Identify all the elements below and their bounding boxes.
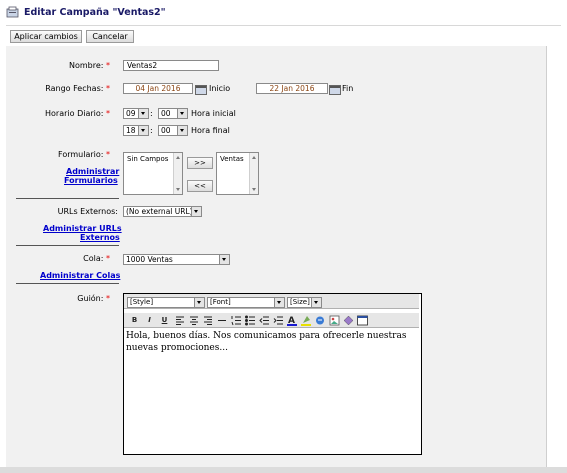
italic-button[interactable]: I <box>144 315 155 326</box>
page-title: Editar Campaña "Ventas2" <box>24 7 166 18</box>
script-content[interactable]: Hola, buenos días. Nos comunicamos para … <box>126 330 416 354</box>
end-minute-select[interactable]: 00 <box>158 125 188 136</box>
rango-fechas-label: Rango Fechas: * <box>45 84 110 93</box>
time-separator: : <box>150 126 153 135</box>
chevron-down-icon <box>191 207 201 216</box>
chevron-down-icon <box>138 109 148 118</box>
section-divider <box>16 198 119 199</box>
underline-button[interactable]: U <box>159 315 170 326</box>
chevron-down-icon <box>177 109 187 118</box>
style-select[interactable]: [Style] <box>127 297 205 308</box>
scroll-down-icon[interactable] <box>250 186 258 194</box>
align-center-icon <box>190 316 198 325</box>
chevron-down-icon <box>194 298 204 307</box>
chevron-down-icon <box>219 255 229 264</box>
admin-urls-link-line1[interactable]: Administrar URLs <box>43 224 122 233</box>
highlight-color-icon <box>301 316 311 326</box>
nombre-label: Nombre: * <box>68 61 110 70</box>
scrollbar[interactable] <box>249 153 258 194</box>
list-item[interactable]: Ventas <box>220 155 244 163</box>
admin-colas-link[interactable]: Administrar Colas <box>40 271 120 280</box>
bottom-scrollbar[interactable] <box>0 467 567 473</box>
start-time-label: Hora inicial <box>191 109 236 118</box>
text-color-icon: A <box>287 316 297 326</box>
table-icon <box>343 315 354 326</box>
html-view-icon <box>357 315 368 326</box>
remove-form-button[interactable]: << <box>187 180 213 192</box>
cola-label: Cola: * <box>83 254 110 263</box>
campaign-edit-icon <box>6 6 19 18</box>
scrollbar[interactable] <box>173 153 182 194</box>
font-select[interactable]: [Font] <box>207 297 285 308</box>
selected-forms-list[interactable]: Ventas <box>216 152 259 195</box>
form-panel-border <box>546 46 547 467</box>
outdent-icon <box>259 316 269 325</box>
end-time-label: Hora final <box>191 126 230 135</box>
indent-icon <box>273 316 283 325</box>
chevron-down-icon <box>177 126 187 135</box>
editor-toolbar-icons: A <box>176 315 368 326</box>
image-icon <box>329 315 340 326</box>
admin-formularios-link-line1[interactable]: Administrar <box>66 167 119 176</box>
external-url-select[interactable]: (No external URL) <box>123 206 202 217</box>
scroll-down-icon[interactable] <box>174 186 182 194</box>
start-date-label: Inicio <box>209 84 231 93</box>
cancel-button[interactable]: Cancelar <box>86 30 134 43</box>
urls-externos-label: URLs Externos: <box>57 207 118 216</box>
start-minute-select[interactable]: 00 <box>158 108 188 119</box>
calendar-icon[interactable] <box>329 85 341 95</box>
align-left-icon <box>176 316 184 325</box>
nombre-input[interactable]: Ventas2 <box>123 60 219 71</box>
start-hour-select[interactable]: 09 <box>123 108 149 119</box>
size-select[interactable]: [Size] <box>287 297 322 308</box>
bold-button[interactable]: B <box>129 315 140 326</box>
time-separator: : <box>150 109 153 118</box>
formulario-label: Formulario: * <box>58 150 110 159</box>
add-form-button[interactable]: >> <box>187 157 213 169</box>
ordered-list-icon <box>231 316 241 326</box>
admin-formularios-link-line2[interactable]: Formularios <box>64 176 118 185</box>
align-right-icon <box>204 316 212 325</box>
list-item[interactable]: Sin Campos <box>127 155 168 163</box>
unordered-list-icon <box>245 315 255 326</box>
available-forms-list[interactable]: Sin Campos <box>123 152 183 195</box>
start-date-input[interactable]: 04 Jan 2016 <box>123 83 193 94</box>
chevron-down-icon <box>274 298 284 307</box>
chevron-down-icon <box>138 126 148 135</box>
title-divider <box>6 25 561 26</box>
section-divider <box>16 283 119 284</box>
horario-label: Horario Diario: * <box>45 109 110 118</box>
link-icon <box>316 316 324 325</box>
scroll-up-icon[interactable] <box>250 153 258 161</box>
end-date-input[interactable]: 22 Jan 2016 <box>256 83 328 94</box>
apply-changes-button[interactable]: Aplicar cambios <box>10 30 82 43</box>
calendar-icon[interactable] <box>195 85 207 95</box>
section-divider <box>16 245 119 246</box>
guion-label: Guión: * <box>77 294 110 303</box>
end-date-label: Fin <box>342 84 354 93</box>
chevron-down-icon <box>311 298 321 307</box>
end-hour-select[interactable]: 18 <box>123 125 149 136</box>
queue-select[interactable]: 1000 Ventas <box>123 254 230 265</box>
scroll-up-icon[interactable] <box>174 153 182 161</box>
admin-urls-link-line2[interactable]: Externos <box>80 233 120 242</box>
